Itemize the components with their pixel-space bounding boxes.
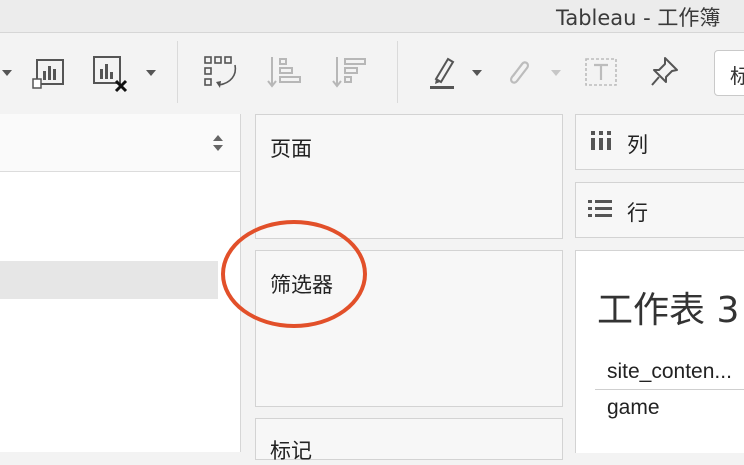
column-header[interactable]: site_conten... [607, 360, 732, 384]
data-pane [0, 114, 241, 452]
rows-shelf[interactable]: 行 [575, 182, 744, 238]
highlighter-icon [430, 57, 455, 89]
sort-ascending-button[interactable] [266, 55, 306, 96]
text-label-icon [585, 58, 617, 86]
sort-ascending-icon [267, 57, 301, 88]
worksheet-title: 工作表 3 [597, 290, 740, 331]
mark-type-value: 标 [730, 64, 744, 88]
new-data-source-button[interactable] [32, 53, 70, 96]
highlight-dropdown-icon[interactable] [472, 70, 482, 76]
pages-card[interactable]: 页面 [255, 114, 563, 239]
clear-sheet-button[interactable] [92, 53, 132, 100]
rows-shelf-label: 行 [627, 201, 648, 225]
mark-type-select[interactable]: 标 [714, 50, 744, 96]
filters-card[interactable]: 筛选器 [255, 250, 563, 407]
rows-icon [588, 200, 612, 217]
swap-icon [204, 56, 237, 88]
paperclip-icon [509, 61, 530, 84]
toolbar-divider [177, 41, 178, 103]
sort-toggle-icon[interactable] [212, 134, 224, 152]
sort-descending-button[interactable] [331, 55, 371, 96]
dropdown-caret-icon[interactable] [2, 70, 12, 76]
table-row[interactable]: game [607, 396, 660, 420]
header-divider [595, 389, 744, 390]
clear-dropdown-icon[interactable] [146, 70, 156, 76]
filters-card-label: 筛选器 [270, 273, 333, 297]
duplicate-chart-icon [32, 59, 64, 89]
columns-shelf[interactable]: 列 [575, 114, 744, 170]
swap-rows-columns-button[interactable] [203, 55, 241, 96]
toolbar: 标 [0, 33, 744, 113]
data-pane-header [0, 114, 240, 172]
show-mark-labels-button[interactable] [584, 55, 620, 96]
highlight-button[interactable] [428, 55, 460, 96]
clear-chart-icon [93, 56, 128, 93]
toolbar-divider [397, 41, 398, 103]
marks-card[interactable]: 标记 [255, 418, 563, 463]
worksheet-view[interactable]: 工作表 3 site_conten... game [575, 250, 744, 453]
pin-icon [651, 57, 678, 86]
marks-card-label: 标记 [270, 439, 312, 463]
columns-shelf-label: 列 [627, 133, 648, 157]
group-dropdown-icon[interactable] [551, 70, 561, 76]
fix-axes-button[interactable] [649, 55, 681, 96]
window-title: Tableau - 工作簿 [556, 6, 721, 30]
columns-icon [591, 131, 611, 150]
group-members-button[interactable] [503, 55, 535, 96]
selected-field-row[interactable] [0, 261, 218, 299]
sort-descending-icon [332, 57, 366, 88]
title-bar: Tableau - 工作簿 [0, 0, 744, 33]
pages-card-label: 页面 [270, 137, 312, 161]
